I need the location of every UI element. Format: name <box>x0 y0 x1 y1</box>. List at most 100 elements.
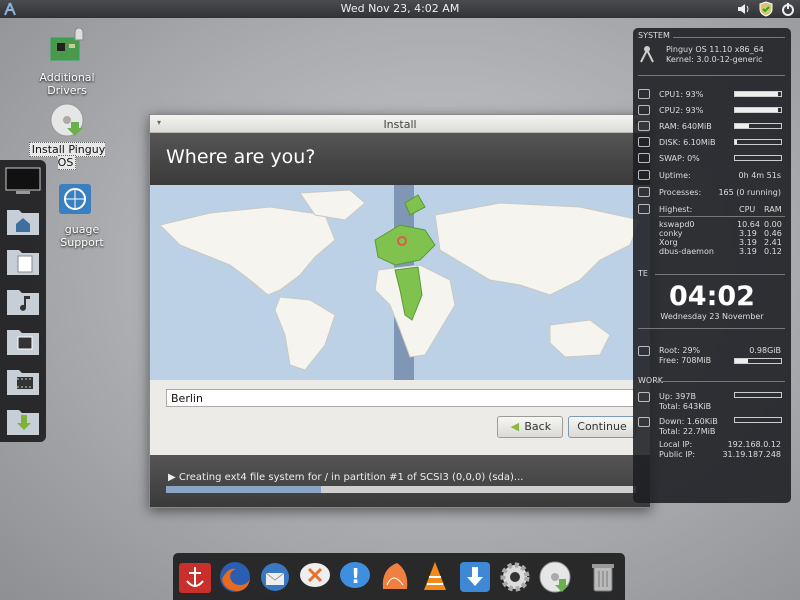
conky-system-monitor: SYSTEM Pinguy OS 11.10 x86_64 Kernel: 3.… <box>633 28 791 503</box>
processes-value: 165 (0 running) <box>718 188 781 197</box>
volume-icon[interactable] <box>736 1 752 17</box>
divider <box>655 274 785 275</box>
ram-label: RAM: 640MiB <box>659 122 712 131</box>
highest-icon <box>638 204 650 214</box>
install-window: ▾ Install × Where are you? <box>149 114 651 508</box>
expand-arrow-icon: ▶ <box>168 472 176 483</box>
pictures-folder-icon[interactable] <box>4 324 42 360</box>
disc-install-icon <box>47 100 87 140</box>
window-titlebar[interactable]: ▾ Install × <box>150 115 650 133</box>
uptime-label: Uptime: <box>659 171 691 180</box>
install-progress-bar <box>166 486 636 493</box>
documents-folder-icon[interactable] <box>4 244 42 280</box>
download-icon[interactable] <box>457 559 493 595</box>
download-graph <box>734 417 782 423</box>
divider <box>673 37 785 38</box>
divider <box>638 75 785 76</box>
local-ip-label: Local IP: <box>659 440 693 449</box>
download-total: Total: 22.7MiB <box>659 427 716 436</box>
proc-name: dbus-daemon <box>659 247 714 256</box>
trash-icon[interactable] <box>585 559 621 595</box>
videos-folder-icon[interactable] <box>4 364 42 400</box>
help-icon[interactable]: ! <box>337 559 373 595</box>
swap-bar <box>734 155 782 161</box>
cpu1-label: CPU1: 93% <box>659 90 704 99</box>
clock-icon <box>638 170 650 180</box>
disk-bar <box>734 139 782 145</box>
power-icon[interactable] <box>780 1 796 17</box>
music-folder-icon[interactable] <box>4 284 42 320</box>
left-dock <box>0 160 46 442</box>
disk-icon <box>638 137 650 147</box>
ram-column-header: RAM <box>764 205 782 214</box>
back-button[interactable]: ◀ Back <box>497 416 563 438</box>
proc-name: conky <box>659 229 683 238</box>
desktop-icon-additional-drivers[interactable]: Additional Drivers <box>22 27 112 97</box>
system-section-title: SYSTEM <box>638 31 670 40</box>
proc-ram: 0.46 <box>764 229 782 238</box>
processes-label: Processes: <box>659 188 702 197</box>
upload-label: Up: 397B <box>659 392 696 401</box>
proc-cpu: 3.19 <box>739 247 757 256</box>
vlc-icon[interactable] <box>417 559 453 595</box>
public-ip-label: Public IP: <box>659 450 696 459</box>
proc-cpu: 3.19 <box>739 238 757 247</box>
proc-ram: 0.00 <box>764 220 782 229</box>
disk-label: DISK: 6.10MiB <box>659 138 716 147</box>
kernel-version: Kernel: 3.0.0-12-generic <box>666 55 763 64</box>
status-area: ▶ Creating ext4 file system for / in par… <box>150 455 650 507</box>
free-label: Free: 708MiB <box>659 356 712 365</box>
downloads-folder-icon[interactable] <box>4 404 42 440</box>
cpu-icon <box>638 89 650 99</box>
timezone-map[interactable] <box>150 185 650 380</box>
orange-app-icon[interactable] <box>377 559 413 595</box>
install-progress-fill <box>166 486 322 493</box>
settings-gear-icon[interactable] <box>497 559 533 595</box>
cpu2-label: CPU2: 93% <box>659 106 704 115</box>
ram-icon <box>638 121 650 131</box>
globe-icon <box>55 180 95 220</box>
swap-icon <box>638 153 650 163</box>
cpu1-bar <box>734 91 782 97</box>
firefox-icon[interactable] <box>217 559 253 595</box>
cpu-column-header: CPU <box>739 205 756 214</box>
cpu1-bar-fill <box>735 92 778 96</box>
local-ip-value: 192.168.0.12 <box>727 440 781 449</box>
home-folder-icon[interactable] <box>4 204 42 240</box>
continue-button[interactable]: Continue <box>568 416 636 438</box>
download-label: Down: 1.60KiB <box>659 417 718 426</box>
upload-graph <box>734 392 782 398</box>
disc-install-icon[interactable] <box>537 559 573 595</box>
hdd-icon <box>638 346 650 356</box>
ram-bar-fill <box>735 124 749 128</box>
date-section-title: TE <box>638 269 648 278</box>
system-tray <box>736 1 796 17</box>
thunderbird-icon[interactable] <box>257 559 293 595</box>
back-arrow-icon: ◀ <box>510 420 520 433</box>
desktop-icon-install-pinguy[interactable]: Install Pinguy OS <box>22 100 112 170</box>
panel-clock[interactable]: Wed Nov 23, 4:02 AM <box>0 2 800 15</box>
install-status-text: Creating ext4 file system for / in parti… <box>178 472 524 483</box>
conky-clock: 04:02 <box>669 281 755 312</box>
shield-icon[interactable] <box>758 1 774 17</box>
upload-total: Total: 643KiB <box>659 402 712 411</box>
install-status[interactable]: ▶ Creating ext4 file system for / in par… <box>168 472 523 483</box>
proc-cpu: 10.64 <box>737 220 760 229</box>
timezone-city-input[interactable]: Berlin <box>166 389 635 407</box>
penguin-icon <box>639 44 657 64</box>
os-name: Pinguy OS 11.10 x86_64 <box>666 45 764 54</box>
cpu2-bar-fill <box>735 108 778 112</box>
disk-bar-fill <box>735 140 738 144</box>
chat-icon[interactable] <box>297 559 333 595</box>
proc-name: Xorg <box>659 238 678 247</box>
monitor-icon[interactable] <box>4 164 42 200</box>
public-ip-value: 31.19.187.248 <box>722 450 781 459</box>
top-panel: Wed Nov 23, 4:02 AM <box>0 0 800 18</box>
divider <box>655 381 785 382</box>
root-bar <box>734 358 782 364</box>
processes-icon <box>638 187 650 197</box>
cpu2-bar <box>734 107 782 113</box>
anchor-icon[interactable] <box>177 559 213 595</box>
svg-text:!: ! <box>351 564 360 588</box>
cpu-icon <box>638 105 650 115</box>
